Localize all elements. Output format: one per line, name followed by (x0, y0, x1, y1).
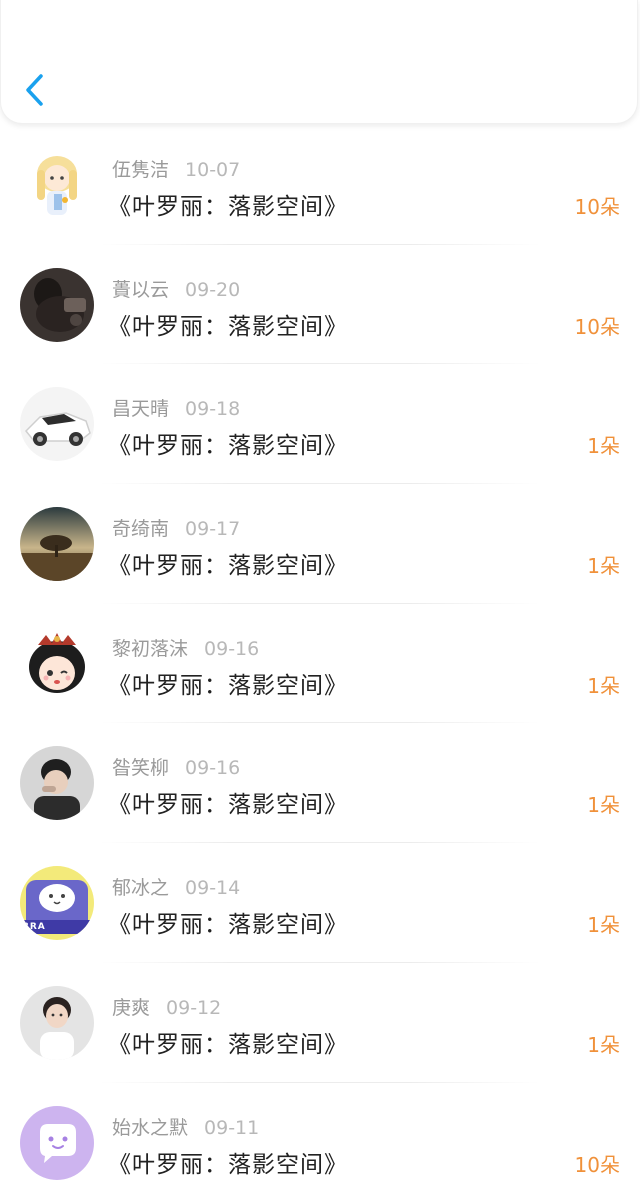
flower-count: 10朵 (574, 195, 620, 219)
item-meta: 伍隽洁 10-07 (112, 155, 240, 182)
item-meta: 昝笑柳 09-16 (112, 753, 240, 780)
anime-crown-girl-avatar[interactable] (20, 626, 94, 701)
chevron-left-icon (26, 74, 43, 106)
item-date: 09-16 (185, 757, 241, 780)
top-nav-bar (0, 0, 638, 124)
item-date: 09-18 (185, 398, 241, 421)
cartoon-cat-avatar[interactable]: BRA (20, 866, 94, 941)
book-title: 《叶罗丽：落影空间》 (108, 672, 348, 699)
book-title: 《叶罗丽：落影空间》 (108, 912, 348, 939)
item-date: 09-12 (166, 996, 222, 1019)
list-item[interactable]: 昝笑柳 09-16 《叶罗丽：落影空间》 1朵 (0, 723, 640, 844)
book-title: 《叶罗丽：落影空间》 (108, 313, 348, 340)
item-date: 09-20 (185, 278, 241, 301)
item-date: 09-11 (204, 1116, 260, 1139)
user-name: 昝笑柳 (112, 757, 170, 780)
item-meta: 蕢以云 09-20 (112, 275, 240, 302)
book-title: 《叶罗丽：落影空间》 (108, 553, 348, 580)
user-name: 昌天晴 (112, 398, 170, 421)
user-name: 蕢以云 (112, 278, 170, 301)
flower-count: 10朵 (574, 314, 620, 339)
book-title: 《叶罗丽：落影空间》 (108, 792, 348, 819)
item-date: 09-17 (185, 518, 241, 541)
white-car-avatar[interactable] (20, 387, 94, 462)
boy-photo-avatar[interactable] (20, 746, 94, 821)
gift-record-list: 伍隽洁 10-07 《叶罗丽：落影空间》 10朵 蕢以云 09-20 《叶罗丽：落影… (0, 125, 640, 1202)
list-item[interactable]: 奇绮南 09-17 《叶罗丽：落影空间》 1朵 (0, 484, 640, 604)
flower-count: 1朵 (587, 554, 620, 579)
list-item[interactable]: 伍隽洁 10-07 《叶罗丽：落影空间》 10朵 (0, 125, 640, 245)
user-name: 始水之默 (112, 1116, 189, 1139)
item-meta: 昌天晴 09-18 (112, 394, 240, 421)
purple-chat-bubble-avatar[interactable] (20, 1105, 94, 1180)
item-meta: 黎初落沫 09-16 (112, 634, 259, 661)
flower-count: 10朵 (574, 1152, 620, 1177)
item-date: 09-16 (204, 637, 260, 660)
item-meta: 郁冰之 09-14 (112, 873, 240, 900)
book-title: 《叶罗丽：落影空间》 (108, 194, 348, 220)
item-meta: 始水之默 09-11 (112, 1113, 259, 1140)
list-item[interactable]: 庚爽 09-12 《叶罗丽：落影空间》 1朵 (0, 963, 640, 1083)
dark-photo-avatar[interactable] (20, 267, 94, 342)
item-date: 10-07 (185, 159, 241, 181)
list-item[interactable]: 黎初落沫 09-16 《叶罗丽：落影空间》 1朵 (0, 604, 640, 724)
list-item[interactable]: 蕢以云 09-20 《叶罗丽：落影空间》 10朵 (0, 245, 640, 365)
flower-count: 1朵 (587, 913, 620, 938)
user-name: 奇绮南 (112, 518, 170, 541)
user-name: 郁冰之 (112, 877, 170, 900)
girl-photo-avatar[interactable] (20, 985, 94, 1060)
avatar-brand-text: BRA (22, 922, 46, 933)
book-title: 《叶罗丽：落影空间》 (108, 1151, 348, 1178)
book-title: 《叶罗丽：落影空间》 (108, 1031, 348, 1058)
anime-blonde-girl-avatar[interactable] (20, 148, 94, 222)
user-name: 伍隽洁 (112, 159, 170, 181)
list-item[interactable]: 昌天晴 09-18 《叶罗丽：落影空间》 1朵 (0, 364, 640, 485)
user-name: 庚爽 (112, 996, 151, 1019)
user-name: 黎初落沫 (112, 637, 189, 660)
list-item[interactable]: 始水之默 09-11 《叶罗丽：落影空间》 10朵 (0, 1083, 640, 1202)
back-button[interactable] (19, 68, 53, 112)
item-date: 09-14 (185, 877, 241, 900)
item-meta: 庚爽 09-12 (112, 993, 221, 1020)
list-item[interactable]: BRA 郁冰之 09-14 《叶罗丽：落影空间》 1朵 (0, 843, 640, 963)
book-title: 《叶罗丽：落影空间》 (108, 433, 348, 460)
sunset-tree-avatar[interactable] (20, 507, 94, 582)
flower-count: 1朵 (587, 793, 620, 818)
flower-count: 1朵 (587, 1032, 620, 1057)
flower-count: 1朵 (587, 673, 620, 698)
flower-count: 1朵 (587, 434, 620, 459)
item-meta: 奇绮南 09-17 (112, 514, 240, 541)
